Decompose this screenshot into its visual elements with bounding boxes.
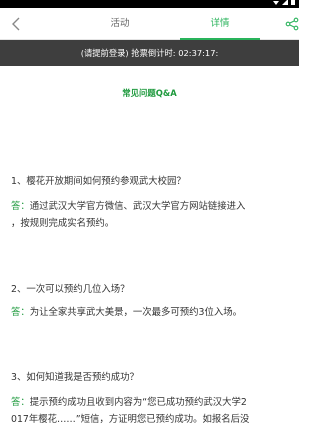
- wifi-icon: [273, 1, 279, 5]
- faq-item: 2、一次可以预约几位入场？ 答：为让全家共享武大美景，一次最多可预约3位入场。: [11, 281, 299, 321]
- faq-item: 1、樱花开放期间如何预约参观武大校园？ 答：通过武汉大学官方微信、武汉大学官方网…: [11, 173, 299, 232]
- chevron-left-icon[interactable]: [8, 15, 26, 33]
- battery-icon: [291, 0, 295, 5]
- tab-detail[interactable]: 详情: [170, 8, 270, 40]
- faq-question: 2、一次可以预约几位入场？: [11, 284, 130, 295]
- answer-label: 答：: [11, 201, 30, 212]
- faq-item: 3、如何知道我是否预约成功？ 答：提示预约成功且收到内容为“您已成功预约武汉大学…: [11, 369, 299, 428]
- faq-answer-line: 提示预约成功且收到内容为“您已成功预约武汉大学2: [29, 397, 247, 408]
- faq-question: 1、樱花开放期间如何预约参观武大校园？: [11, 176, 186, 187]
- tab-activity[interactable]: 活动: [70, 8, 170, 39]
- faq-question: 3、如何知道我是否预约成功？: [11, 372, 139, 383]
- status-bar: [0, 0, 299, 8]
- faq-title: 常见问题Q&A: [122, 88, 177, 98]
- answer-label: 答：: [11, 397, 30, 408]
- faq-answer-line: 通过武汉大学官方微信、武汉大学官方网站链接进入: [29, 201, 246, 212]
- countdown-banner: (请提前登录) 抢票倒计时: 02:37:17:: [0, 40, 299, 66]
- nav-bar: 活动 详情: [0, 8, 299, 40]
- answer-label: 答：: [11, 307, 30, 318]
- faq-answer-line: 017年樱花……”短信，方证明您已预约成功。如报名后没: [11, 414, 250, 425]
- share-icon[interactable]: [285, 17, 299, 31]
- screen: 活动 详情 (请提前登录) 抢票倒计时: 02:37:17: 常见问题Q&A 1…: [0, 0, 299, 438]
- status-icons: [273, 0, 295, 7]
- faq-answer-line: 为让全家共享武大美景，一次最多可预约3位入场。: [29, 307, 242, 318]
- faq-answer-line: ，按规则完成实名预约。: [11, 218, 115, 229]
- signal-icon: [282, 0, 288, 5]
